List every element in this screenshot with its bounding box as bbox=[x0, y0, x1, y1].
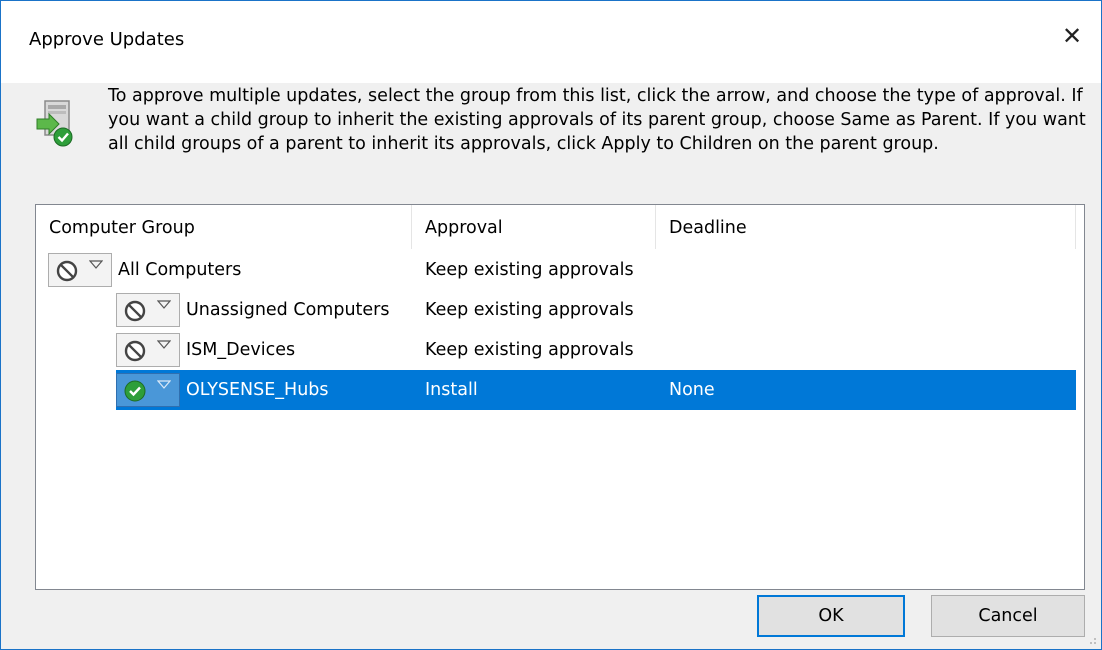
ok-button[interactable]: OK bbox=[757, 595, 905, 637]
dialog-title: Approve Updates bbox=[29, 29, 185, 50]
install-approved-icon bbox=[124, 380, 146, 402]
chevron-down-icon bbox=[157, 380, 171, 389]
approval-cell: Install bbox=[425, 380, 478, 400]
chevron-down-icon bbox=[89, 260, 103, 269]
approval-dropdown[interactable] bbox=[116, 373, 180, 407]
close-button[interactable]: ✕ bbox=[1043, 11, 1101, 61]
column-header-row: Computer Group Approval Deadline bbox=[36, 205, 1076, 249]
chevron-down-icon bbox=[157, 300, 171, 309]
not-approved-icon bbox=[124, 340, 146, 362]
not-approved-icon bbox=[56, 260, 78, 282]
close-icon: ✕ bbox=[1061, 22, 1083, 50]
approval-cell: Keep existing approvals bbox=[425, 300, 634, 320]
deadline-cell: None bbox=[669, 380, 715, 400]
approve-updates-dialog: Approve Updates ✕ To approve multiple up… bbox=[0, 0, 1102, 650]
approval-dropdown[interactable] bbox=[116, 293, 180, 327]
list-item-unassigned-computers[interactable]: Unassigned Computers Keep existing approv… bbox=[36, 290, 1076, 330]
column-header-computer-group[interactable]: Computer Group bbox=[36, 205, 412, 249]
approve-updates-icon bbox=[36, 100, 73, 147]
title-bar[interactable]: Approve Updates ✕ bbox=[1, 1, 1101, 83]
group-name-cell: Unassigned Computers bbox=[186, 300, 390, 320]
group-name-cell: All Computers bbox=[118, 260, 242, 280]
not-approved-icon bbox=[124, 300, 146, 322]
resize-grip-icon[interactable] bbox=[1085, 633, 1097, 645]
list-item-ism-devices[interactable]: ISM_Devices Keep existing approvals bbox=[36, 330, 1076, 370]
approval-dropdown[interactable] bbox=[48, 253, 112, 287]
list-item-all-computers[interactable]: All Computers Keep existing approvals bbox=[36, 250, 1076, 290]
instructions-text: To approve multiple updates, select the … bbox=[108, 86, 1086, 154]
chevron-down-icon bbox=[157, 340, 171, 349]
approval-cell: Keep existing approvals bbox=[425, 340, 634, 360]
group-name-cell: OLYSENSE_Hubs bbox=[186, 380, 329, 400]
computer-group-list[interactable]: Computer Group Approval Deadline All Com… bbox=[35, 204, 1085, 590]
column-header-approval[interactable]: Approval bbox=[412, 205, 656, 249]
approval-dropdown[interactable] bbox=[116, 333, 180, 367]
column-header-deadline[interactable]: Deadline bbox=[656, 205, 1076, 249]
cancel-button[interactable]: Cancel bbox=[931, 595, 1085, 637]
approval-cell: Keep existing approvals bbox=[425, 260, 634, 280]
list-item-olysense-hubs[interactable]: OLYSENSE_Hubs Install None bbox=[116, 370, 1076, 410]
group-name-cell: ISM_Devices bbox=[186, 340, 296, 360]
